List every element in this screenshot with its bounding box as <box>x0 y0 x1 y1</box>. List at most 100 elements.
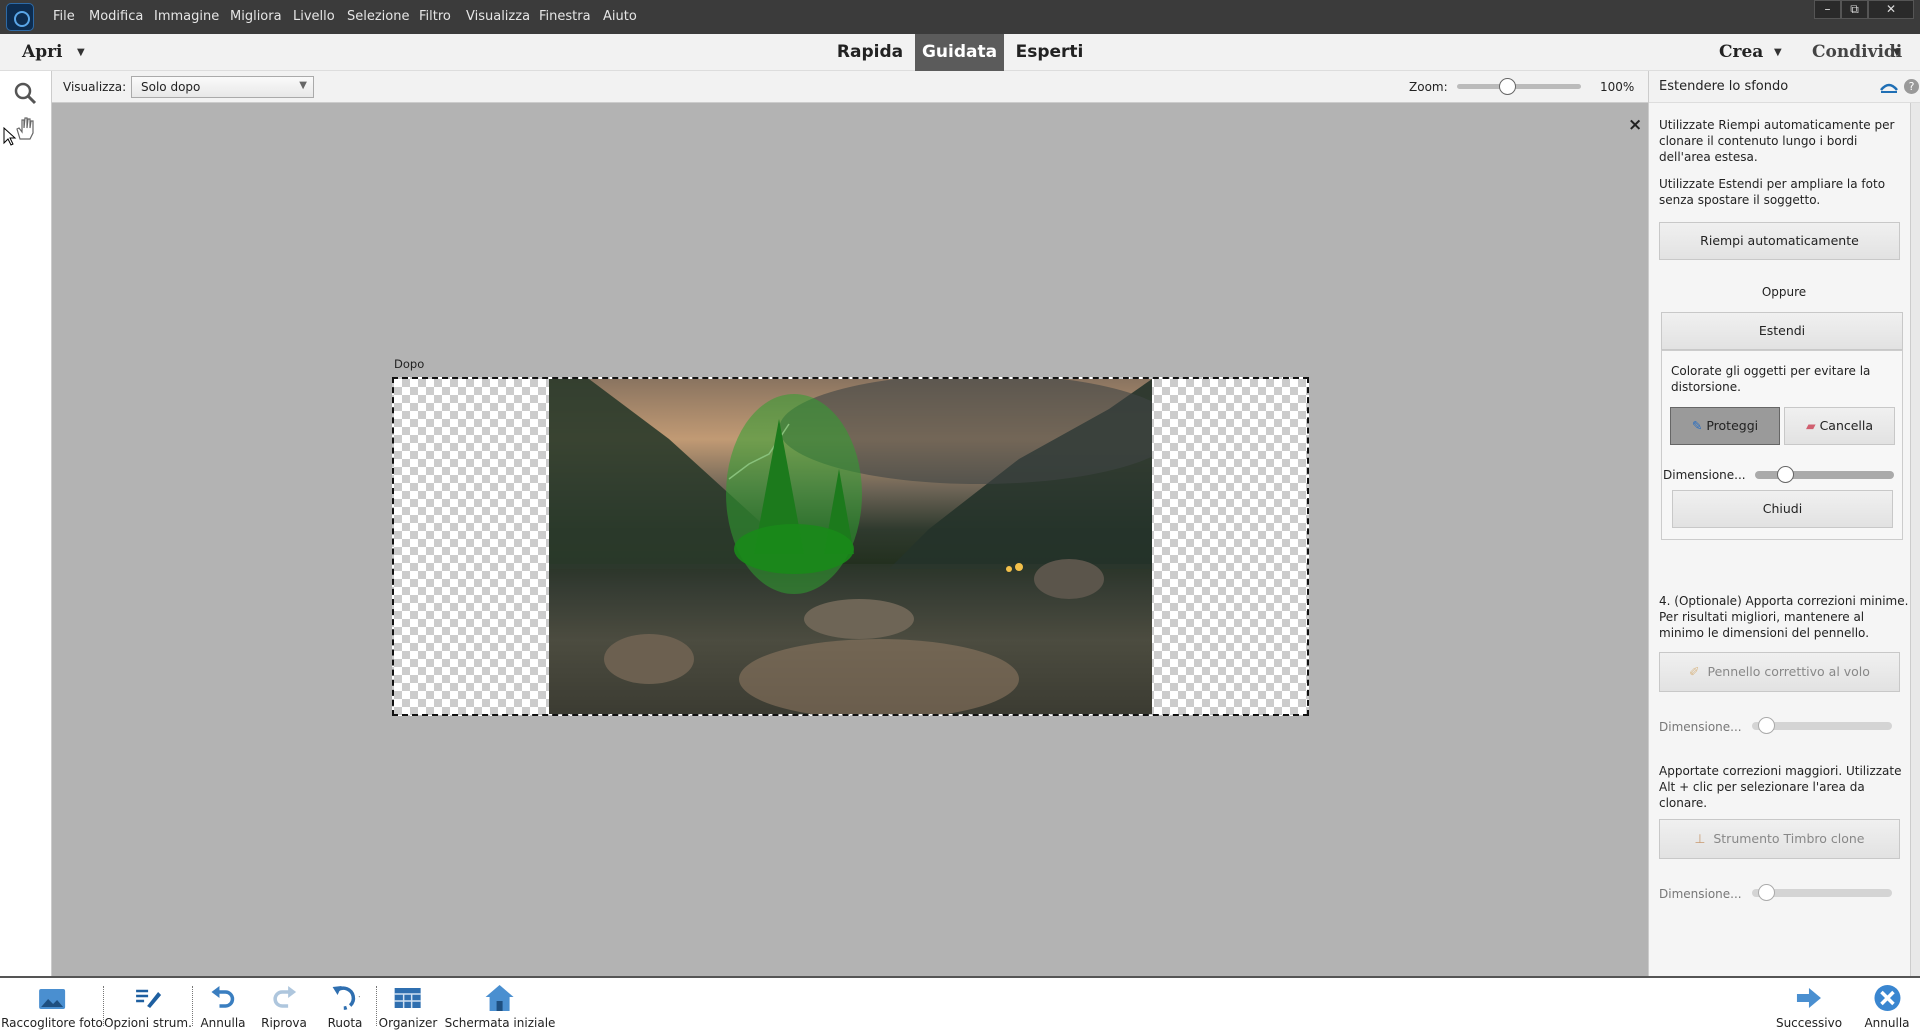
redo-icon <box>269 984 299 1012</box>
mouse-cursor-icon <box>3 127 17 146</box>
help-icon[interactable]: ? <box>1904 79 1919 94</box>
zoom-slider[interactable] <box>1457 78 1581 95</box>
protect-brush-icon: ✎ <box>1691 418 1703 433</box>
options-bar: Visualizza: Solo dopo ▼ Zoom: 100% <box>52 71 1648 103</box>
tab-esperti[interactable]: Esperti <box>1012 34 1087 71</box>
create-dropdown-icon[interactable]: ▼ <box>1774 47 1782 58</box>
next-label: Successivo <box>1775 1016 1843 1030</box>
reset-icon[interactable] <box>1879 80 1899 94</box>
menu-filtro[interactable]: Filtro <box>419 9 451 24</box>
tool-options-label: Opzioni strum. <box>104 1016 192 1030</box>
arrow-right-icon <box>1794 984 1824 1012</box>
open-button[interactable]: Apri <box>22 42 63 62</box>
menu-modifica[interactable]: Modifica <box>89 9 143 24</box>
paint-hint: Colorate gli oggetti per evitare la dist… <box>1671 364 1871 394</box>
intro-text-1: Utilizzate Riempi automaticamente per cl… <box>1659 118 1895 164</box>
undo-icon <box>208 984 238 1012</box>
landscape-photo <box>549 379 1152 714</box>
tool-options-icon <box>133 984 163 1012</box>
zoom-label: Zoom: <box>1409 80 1448 94</box>
menu-finestra[interactable]: Finestra <box>539 9 591 24</box>
rotate-icon <box>330 984 360 1012</box>
menu-selezione[interactable]: Selezione <box>347 9 410 24</box>
intro-text-2: Utilizzate Estendi per ampliare la foto … <box>1659 177 1886 207</box>
create-button[interactable]: Crea <box>1719 42 1763 62</box>
zoom-slider-knob[interactable] <box>1498 78 1516 95</box>
panel-header: Estendere lo sfondo ? <box>1649 71 1920 103</box>
zoom-tool-icon[interactable] <box>13 81 37 105</box>
hand-tool-icon[interactable] <box>14 115 38 141</box>
extend-button[interactable]: Estendi <box>1661 312 1903 350</box>
spot-healing-button[interactable]: ✐ Pennello correttivo al volo <box>1659 652 1900 692</box>
size-label: Dimensione... <box>1663 468 1746 482</box>
step4-text: 4. (Optionale) Apporta correzioni minime… <box>1659 594 1909 640</box>
clone-stamp-label: Strumento Timbro clone <box>1713 831 1865 846</box>
document-canvas[interactable] <box>392 377 1309 716</box>
cancel-button[interactable]: Annulla <box>1864 984 1910 1030</box>
slider-knob[interactable] <box>1777 466 1794 483</box>
size-label-3: Dimensione... <box>1659 887 1742 901</box>
home-icon <box>485 984 515 1012</box>
eraser-icon: ▰ <box>1805 418 1816 433</box>
menu-livello[interactable]: Livello <box>293 9 335 24</box>
clone-size-slider[interactable] <box>1752 884 1892 901</box>
cancel-label: Annulla <box>1864 1016 1910 1030</box>
photo-bin-button[interactable]: Raccoglitore foto <box>1 984 103 1030</box>
photo-bin-label: Raccoglitore foto <box>1 1016 103 1030</box>
menu-file[interactable]: File <box>53 9 75 24</box>
chevron-down-icon: ▼ <box>299 80 307 91</box>
home-label: Schermata iniziale <box>444 1016 556 1030</box>
undo-button[interactable]: Annulla <box>200 984 246 1030</box>
menu-migliora[interactable]: Migliora <box>230 9 282 24</box>
tool-panel <box>0 71 52 976</box>
menu-visualizza[interactable]: Visualizza <box>466 9 530 24</box>
slider-knob[interactable] <box>1758 717 1775 734</box>
healing-brush-icon: ✐ <box>1689 664 1700 679</box>
tab-guidata[interactable]: Guidata <box>915 34 1004 71</box>
healing-size-slider[interactable] <box>1752 717 1892 734</box>
organizer-icon <box>393 984 423 1012</box>
app-logo-icon <box>6 3 34 31</box>
organizer-button[interactable]: Organizer <box>378 984 438 1030</box>
tool-options-button[interactable]: Opzioni strum. <box>104 984 192 1030</box>
brush-size-slider[interactable] <box>1755 466 1894 483</box>
clone-stamp-icon: ⊥ <box>1694 831 1706 846</box>
cancel-x-icon <box>1872 984 1902 1012</box>
undo-label: Annulla <box>200 1016 246 1030</box>
home-screen-button[interactable]: Schermata iniziale <box>444 984 556 1030</box>
rotate-button[interactable]: Ruota <box>328 984 362 1030</box>
tab-rapida[interactable]: Rapida <box>832 34 908 71</box>
protect-button[interactable]: ✎ Proteggi <box>1670 407 1780 445</box>
size-label-2: Dimensione... <box>1659 720 1742 734</box>
protect-label: Proteggi <box>1706 418 1759 433</box>
title-bar: File Modifica Immagine Migliora Livello … <box>0 0 1920 34</box>
close-button[interactable]: Chiudi <box>1672 490 1893 528</box>
menu-immagine[interactable]: Immagine <box>154 9 219 24</box>
organizer-label: Organizer <box>378 1016 438 1030</box>
panel-title: Estendere lo sfondo <box>1659 79 1789 94</box>
bottom-taskbar: Raccoglitore foto Opzioni strum. Annulla… <box>0 976 1920 1030</box>
mode-bar: Apri ▼ Rapida Guidata Esperti Crea ▼ Con… <box>0 34 1920 71</box>
restore-button[interactable]: ⧉ <box>1841 0 1868 19</box>
guided-panel: Estendere lo sfondo ? Utilizzate Riempi … <box>1648 71 1920 976</box>
slider-knob[interactable] <box>1758 884 1775 901</box>
autofill-button[interactable]: Riempi automaticamente <box>1659 222 1900 260</box>
view-select[interactable]: Solo dopo ▼ <box>131 76 314 98</box>
erase-button[interactable]: ▰ Cancella <box>1784 407 1895 445</box>
spot-healing-label: Pennello correttivo al volo <box>1707 664 1870 679</box>
menu-aiuto[interactable]: Aiuto <box>603 9 637 24</box>
minimize-button[interactable]: – <box>1814 0 1841 19</box>
share-dropdown-icon[interactable]: ▼ <box>1893 47 1901 58</box>
close-canvas-icon[interactable]: × <box>1628 115 1642 135</box>
or-label: Oppure <box>1761 285 1807 299</box>
view-select-value: Solo dopo <box>141 80 201 94</box>
photo-bin-icon <box>37 984 67 1012</box>
clone-stamp-button[interactable]: ⊥ Strumento Timbro clone <box>1659 819 1900 859</box>
next-button[interactable]: Successivo <box>1776 984 1842 1030</box>
redo-button[interactable]: Riprova <box>261 984 307 1030</box>
open-dropdown-icon[interactable]: ▼ <box>77 47 85 58</box>
share-button[interactable]: Condividi <box>1812 42 1902 62</box>
panel-scrollbar[interactable] <box>1910 103 1920 976</box>
close-window-button[interactable]: ✕ <box>1868 0 1914 19</box>
view-caption: Dopo <box>394 357 425 371</box>
